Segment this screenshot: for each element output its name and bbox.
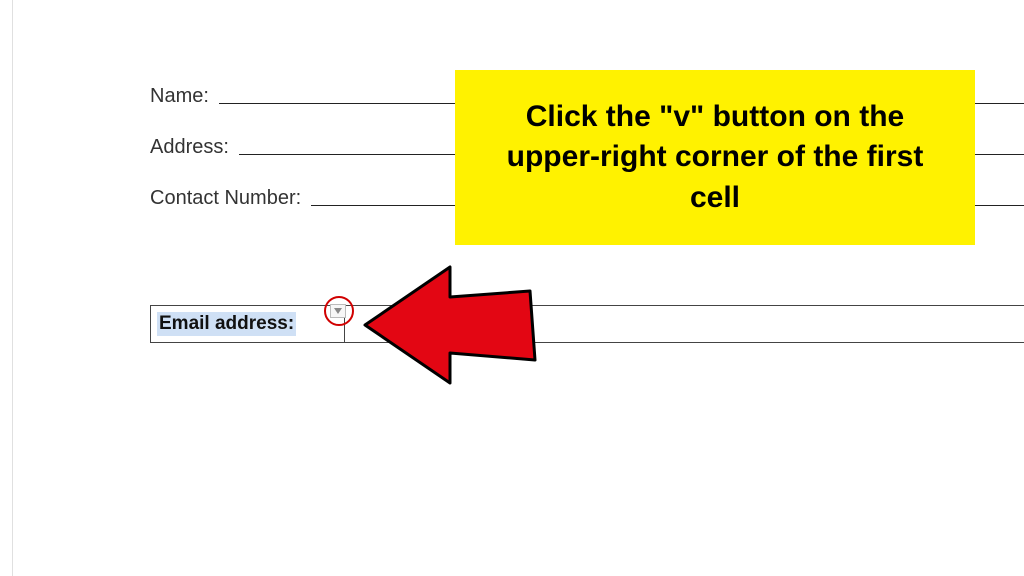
- first-cell[interactable]: Email address:: [150, 305, 345, 343]
- chevron-down-icon: [334, 308, 342, 314]
- table-row: Email address:: [150, 305, 1024, 343]
- name-label: Name:: [150, 85, 219, 108]
- table-row-remainder: [345, 305, 1024, 343]
- first-cell-text: Email address:: [157, 312, 296, 336]
- page-margin-line: [12, 0, 13, 576]
- address-label: Address:: [150, 136, 239, 159]
- callout-text: Click the "v" button on the upper-right …: [483, 97, 947, 219]
- contact-label: Contact Number:: [150, 187, 311, 210]
- instruction-callout: Click the "v" button on the upper-right …: [455, 70, 975, 245]
- cell-options-button[interactable]: [330, 304, 346, 318]
